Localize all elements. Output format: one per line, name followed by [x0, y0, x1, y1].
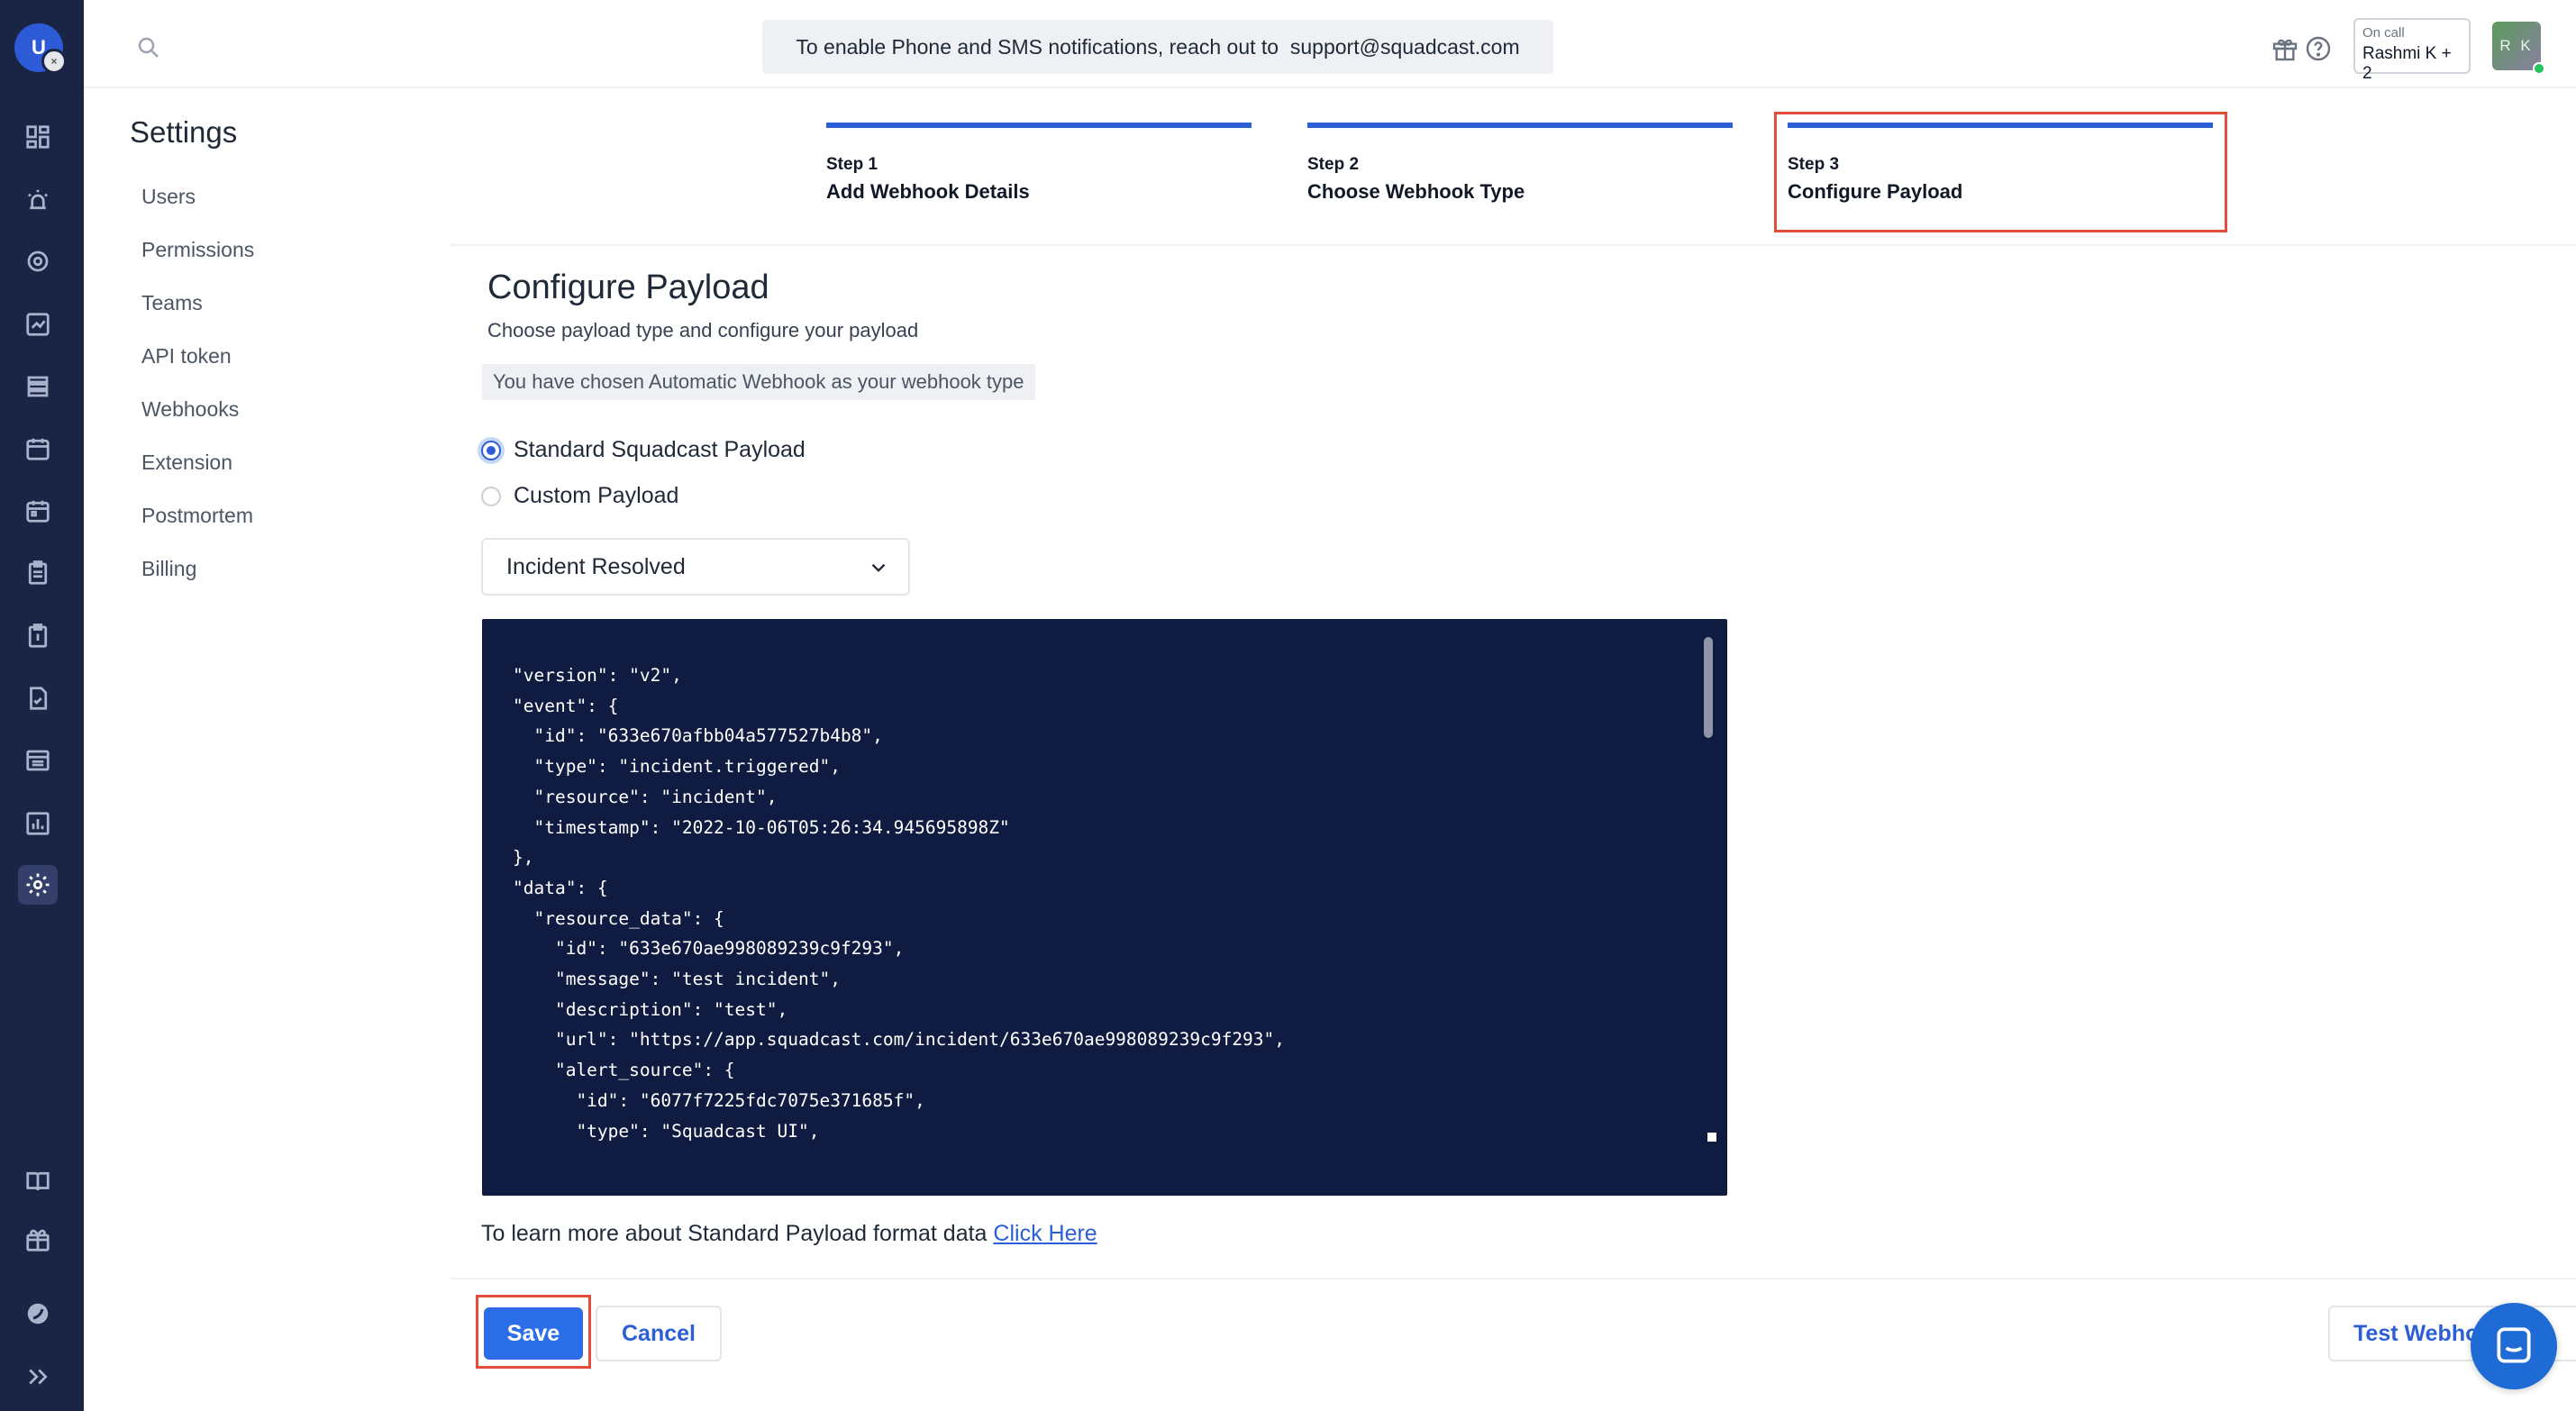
- sidebar-item-users[interactable]: Users: [141, 185, 196, 209]
- banner-text: To enable Phone and SMS notifications, r…: [796, 34, 1520, 59]
- analytics-icon[interactable]: [22, 308, 54, 341]
- step-1: Step 1 Add Webhook Details: [826, 123, 1252, 204]
- profile-avatar[interactable]: R K: [2492, 22, 2545, 75]
- gift-icon[interactable]: [2271, 34, 2299, 63]
- dashboard-icon[interactable]: [22, 121, 54, 153]
- code-line: "id": "633e670afbb04a577527b4b8",: [513, 725, 883, 747]
- postmortem-icon[interactable]: [22, 682, 54, 715]
- code-line: "version": "v2",: [513, 665, 682, 686]
- sidebar-item-webhooks[interactable]: Webhooks: [141, 397, 239, 422]
- step-3-highlight: [1774, 112, 2227, 232]
- code-line: "url": "https://app.squadcast.com/incide…: [513, 1029, 1286, 1051]
- code-line: "message": "test incident",: [513, 969, 841, 990]
- clipboard-icon[interactable]: [22, 557, 54, 589]
- code-line: "data": {: [513, 877, 608, 898]
- cancel-button[interactable]: Cancel: [596, 1306, 722, 1361]
- reports-icon[interactable]: [22, 807, 54, 840]
- page-title: Configure Payload: [487, 269, 769, 306]
- code-line: "id": "6077f7225fdc7075e371685f",: [513, 1089, 925, 1111]
- notification-banner: To enable Phone and SMS notifications, r…: [762, 20, 1553, 74]
- event-type-select[interactable]: Incident Resolved: [481, 538, 910, 596]
- chat-icon: [2497, 1327, 2531, 1363]
- runbook-icon[interactable]: [22, 620, 54, 652]
- code-lines: "version": "v2", "event": { "id": "633e6…: [513, 660, 1684, 1156]
- user-status-icon: ×: [41, 49, 67, 74]
- stepper-divider: [451, 244, 2576, 246]
- step-name: Choose Webhook Type: [1307, 180, 1525, 203]
- code-line: "type": "Squadcast UI",: [513, 1120, 820, 1142]
- code-line: "timestamp": "2022-10-06T05:26:34.945695…: [513, 816, 1010, 838]
- event-type-value: Incident Resolved: [506, 553, 686, 579]
- payload-option-label: Standard Squadcast Payload: [514, 437, 806, 462]
- user-avatar[interactable]: U ×: [14, 23, 67, 74]
- whats-new-icon[interactable]: [22, 1224, 54, 1256]
- sidebar-item-api-token[interactable]: API token: [141, 344, 232, 369]
- step-progress-bar: [826, 123, 1252, 128]
- sidebar-item-postmortem[interactable]: Postmortem: [141, 504, 253, 528]
- save-highlight: [476, 1295, 591, 1369]
- code-line: "event": {: [513, 695, 619, 716]
- search-icon[interactable]: [135, 34, 162, 61]
- code-line: "description": "test",: [513, 998, 788, 1020]
- step-name: Add Webhook Details: [826, 180, 1030, 203]
- payload-option-custom[interactable]: Custom Payload: [481, 483, 678, 509]
- payload-option-standard[interactable]: Standard Squadcast Payload: [481, 437, 806, 463]
- code-line: "alert_source": {: [513, 1060, 735, 1081]
- settings-title: Settings: [130, 115, 238, 149]
- payload-code-editor[interactable]: "version": "v2", "event": { "id": "633e6…: [482, 619, 1727, 1196]
- incidents-icon[interactable]: [22, 184, 54, 216]
- code-line: "id": "633e670ae998089239c9f293",: [513, 938, 905, 960]
- code-line: "resource_data": {: [513, 907, 724, 929]
- payload-option-label: Custom Payload: [514, 483, 679, 508]
- code-line: "type": "incident.triggered",: [513, 756, 841, 778]
- radio-button[interactable]: [481, 440, 501, 460]
- oncall-label: On call: [2362, 25, 2405, 41]
- stack-icon[interactable]: [22, 370, 54, 403]
- code-scrollbar[interactable]: [1704, 637, 1713, 738]
- radio-button[interactable]: [481, 486, 501, 506]
- step-progress-bar: [1307, 123, 1733, 128]
- calendar-icon[interactable]: [22, 495, 54, 527]
- oncall-widget[interactable]: On call Rashmi K + 2: [2353, 18, 2471, 83]
- footer-divider: [451, 1278, 2576, 1279]
- chevron-down-icon: [871, 563, 886, 572]
- step-number: Step 1: [826, 155, 878, 174]
- sidebar-item-permissions[interactable]: Permissions: [141, 238, 254, 262]
- code-line: },: [513, 847, 534, 869]
- step-2: Step 2 Choose Webhook Type: [1307, 123, 1733, 204]
- squadcast-logo-icon[interactable]: [22, 1297, 54, 1330]
- step-number: Step 2: [1307, 155, 1360, 174]
- app-rail: U ×: [0, 0, 84, 1411]
- sidebar-item-teams[interactable]: Teams: [141, 291, 203, 315]
- status-page-icon[interactable]: [22, 744, 54, 777]
- services-icon[interactable]: [22, 245, 54, 278]
- webhook-type-info: You have chosen Automatic Webhook as you…: [482, 364, 1035, 400]
- resize-handle-icon[interactable]: [1707, 1133, 1716, 1142]
- docs-icon[interactable]: [22, 1165, 54, 1197]
- settings-icon[interactable]: [18, 865, 58, 905]
- online-status-dot: [2533, 62, 2545, 75]
- code-line: "resource": "incident",: [513, 786, 778, 807]
- chat-button[interactable]: [2471, 1303, 2557, 1389]
- top-divider: [84, 86, 2576, 88]
- schedule-icon[interactable]: [22, 432, 54, 465]
- expand-icon[interactable]: [22, 1361, 54, 1393]
- oncall-value: Rashmi K + 2: [2362, 44, 2452, 83]
- page-subtitle: Choose payload type and configure your p…: [487, 319, 919, 341]
- help-icon[interactable]: [2304, 34, 2333, 63]
- profile-avatar-initials: R K: [2499, 37, 2534, 54]
- learn-more-text: To learn more about Standard Payload for…: [481, 1221, 988, 1246]
- learn-more: To learn more about Standard Payload for…: [481, 1221, 1097, 1247]
- sidebar-item-extension[interactable]: Extension: [141, 451, 232, 475]
- click-here-link[interactable]: Click Here: [993, 1221, 1097, 1246]
- sidebar-item-billing[interactable]: Billing: [141, 557, 196, 581]
